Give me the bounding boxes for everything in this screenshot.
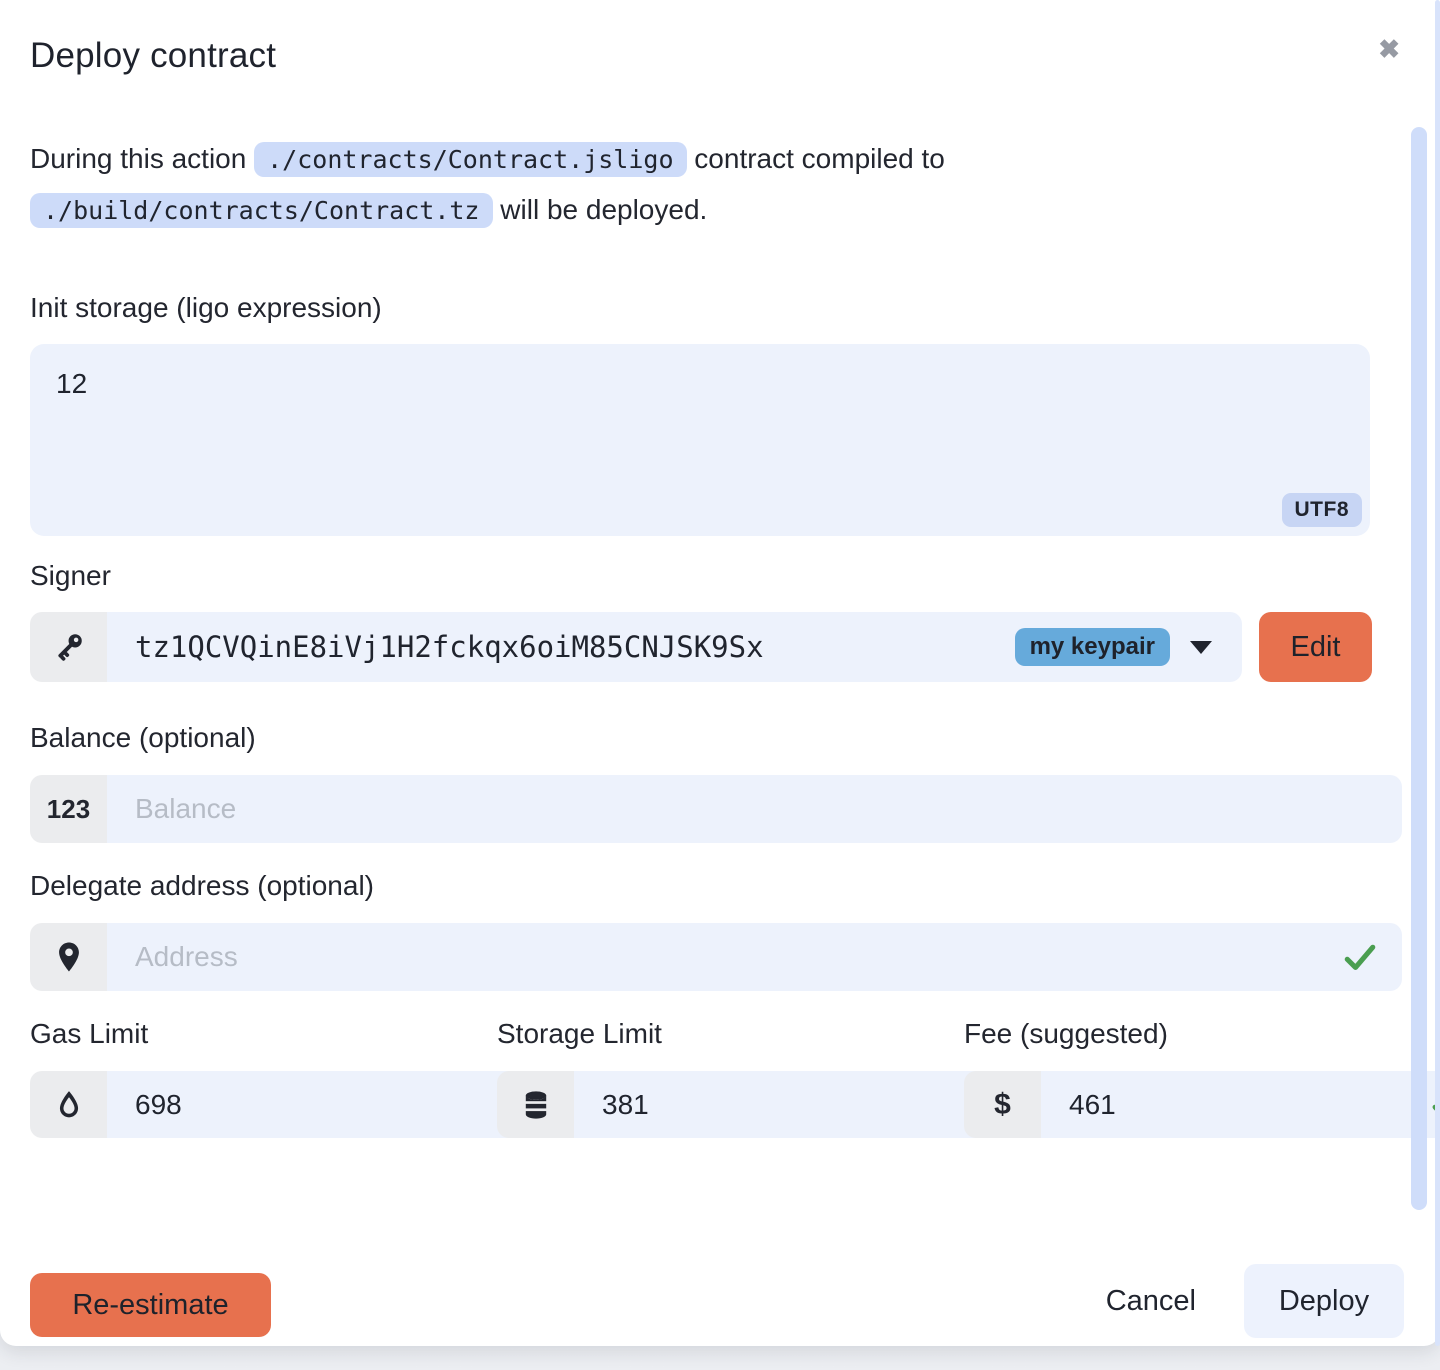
deploy-description: During this action ./contracts/Contract.… — [30, 134, 1210, 236]
storage-limit-input[interactable] — [602, 1089, 963, 1121]
keypair-badge[interactable]: my keypair — [1015, 628, 1170, 666]
init-storage-input[interactable]: 12 — [30, 344, 1370, 536]
re-estimate-button[interactable]: Re-estimate — [30, 1273, 271, 1337]
location-pin-icon — [30, 923, 107, 991]
dollar-icon: $ — [964, 1071, 1041, 1138]
deploy-button[interactable]: Deploy — [1244, 1264, 1404, 1338]
init-storage-box: 12 UTF8 — [30, 344, 1370, 536]
balance-field[interactable] — [107, 775, 1402, 843]
description-text-1: During this action — [30, 143, 246, 174]
gas-limit-field[interactable] — [107, 1071, 554, 1138]
fee-field[interactable] — [1041, 1071, 1440, 1138]
signer-row: my keypair Edit — [30, 612, 1402, 682]
build-path-chip: ./build/contracts/Contract.tz — [30, 193, 493, 228]
database-icon — [497, 1071, 574, 1138]
signer-address-input[interactable] — [135, 630, 1015, 664]
numeric-123-icon: 123 — [30, 775, 107, 843]
limits-labels-row: Gas Limit — [30, 1018, 1402, 1138]
valid-check-icon — [1342, 939, 1378, 975]
delegate-field[interactable] — [107, 923, 1402, 991]
gas-limit-row — [30, 1071, 436, 1138]
description-text-3: will be deployed. — [500, 194, 707, 225]
gas-limit-label: Gas Limit — [30, 1018, 436, 1050]
scrollbar-track[interactable] — [1435, 0, 1440, 1346]
description-text-2: contract compiled to — [694, 143, 945, 174]
balance-row: 123 — [30, 775, 1402, 843]
gas-limit-input[interactable] — [135, 1089, 496, 1121]
fee-input[interactable] — [1069, 1089, 1430, 1121]
close-icon[interactable]: ✖ — [1378, 36, 1400, 62]
deploy-contract-modal: Deploy contract ✖ During this action ./c… — [0, 0, 1440, 1346]
balance-label: Balance (optional) — [30, 722, 1402, 754]
source-path-chip: ./contracts/Contract.jsligo — [254, 142, 686, 177]
init-storage-label: Init storage (ligo expression) — [30, 292, 1402, 324]
key-icon — [30, 612, 107, 682]
chevron-down-icon[interactable] — [1190, 641, 1212, 654]
delegate-address-input[interactable] — [135, 941, 1342, 973]
gas-drop-icon — [30, 1071, 107, 1138]
delegate-label: Delegate address (optional) — [30, 870, 1402, 902]
utf8-badge[interactable]: UTF8 — [1282, 493, 1363, 527]
scrollbar-thumb[interactable] — [1411, 127, 1427, 1210]
signer-address-field[interactable]: my keypair — [107, 612, 1242, 682]
storage-limit-row — [497, 1071, 903, 1138]
delegate-row — [30, 923, 1402, 991]
modal-title: Deploy contract — [30, 36, 1402, 76]
storage-limit-field[interactable] — [574, 1071, 1021, 1138]
signer-label: Signer — [30, 560, 1402, 592]
storage-limit-label: Storage Limit — [497, 1018, 903, 1050]
fee-row: $ — [964, 1071, 1370, 1138]
cancel-button[interactable]: Cancel — [1106, 1285, 1196, 1318]
balance-input[interactable] — [135, 793, 1378, 825]
edit-signer-button[interactable]: Edit — [1259, 612, 1372, 682]
fee-label: Fee (suggested) — [964, 1018, 1370, 1050]
modal-footer: Re-estimate Cancel Deploy — [30, 1264, 1404, 1338]
